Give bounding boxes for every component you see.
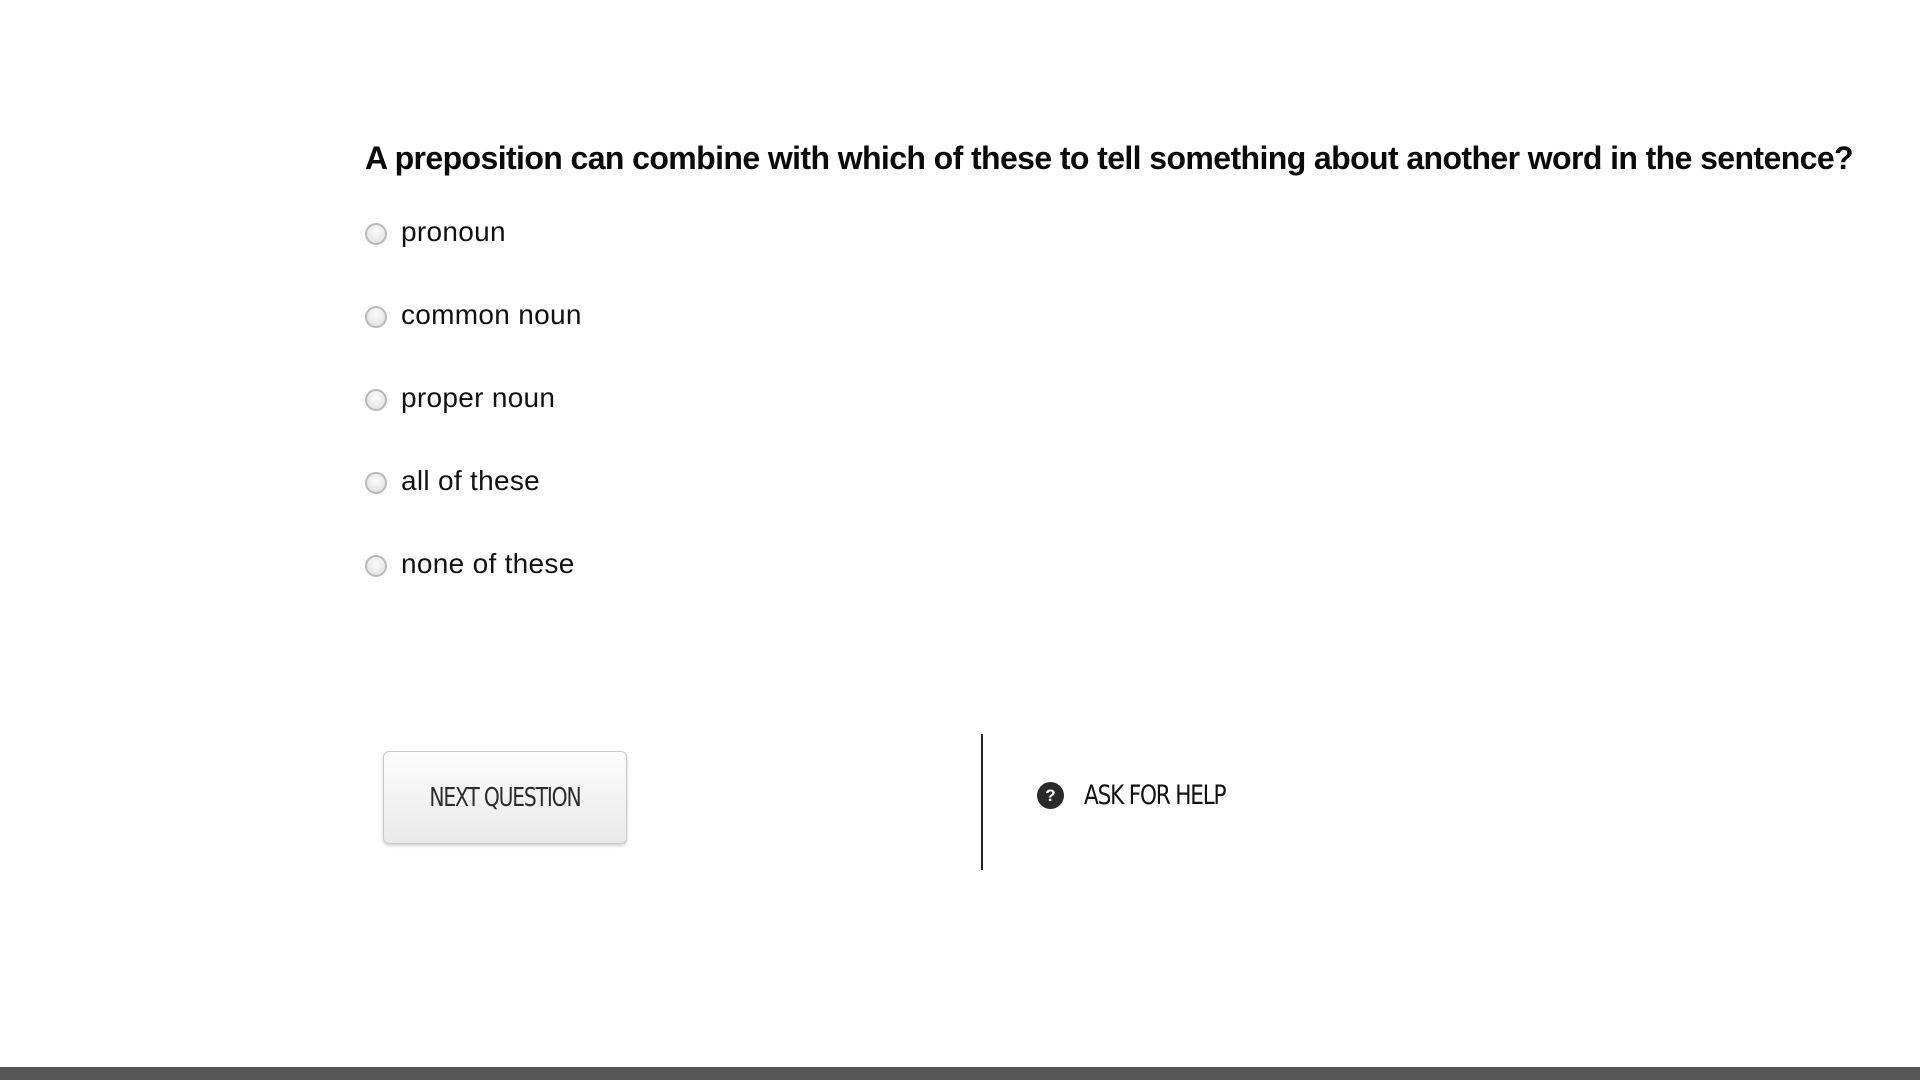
ask-for-help-link[interactable]: ? ASK FOR HELP — [1037, 780, 1261, 811]
radio-button[interactable] — [365, 306, 387, 328]
answer-option-label: pronoun — [401, 216, 506, 247]
next-question-label: NEXT QUESTION — [429, 782, 581, 813]
answer-option-pronoun[interactable]: pronoun — [365, 212, 582, 295]
ask-for-help-label: ASK FOR HELP — [1084, 780, 1227, 811]
radio-button[interactable] — [365, 555, 387, 577]
radio-button[interactable] — [365, 223, 387, 245]
answer-option-label: proper noun — [401, 382, 556, 413]
answer-option-none-of-these[interactable]: none of these — [365, 544, 582, 627]
answer-option-proper-noun[interactable]: proper noun — [365, 378, 582, 461]
answer-option-label: common noun — [401, 299, 582, 330]
answer-option-all-of-these[interactable]: all of these — [365, 461, 582, 544]
next-question-button[interactable]: NEXT QUESTION — [383, 751, 627, 844]
answer-options: pronoun common noun proper noun all of t… — [365, 212, 582, 627]
vertical-divider — [981, 734, 983, 870]
footer-bar — [0, 1067, 1920, 1080]
answer-option-label: all of these — [401, 465, 541, 496]
radio-button[interactable] — [365, 472, 387, 494]
question-text: A preposition can combine with which of … — [365, 140, 1854, 176]
radio-button[interactable] — [365, 389, 387, 411]
answer-option-label: none of these — [401, 548, 575, 579]
question-circle-icon: ? — [1037, 782, 1064, 809]
answer-option-common-noun[interactable]: common noun — [365, 295, 582, 378]
quiz-page: A preposition can combine with which of … — [0, 0, 1920, 1080]
